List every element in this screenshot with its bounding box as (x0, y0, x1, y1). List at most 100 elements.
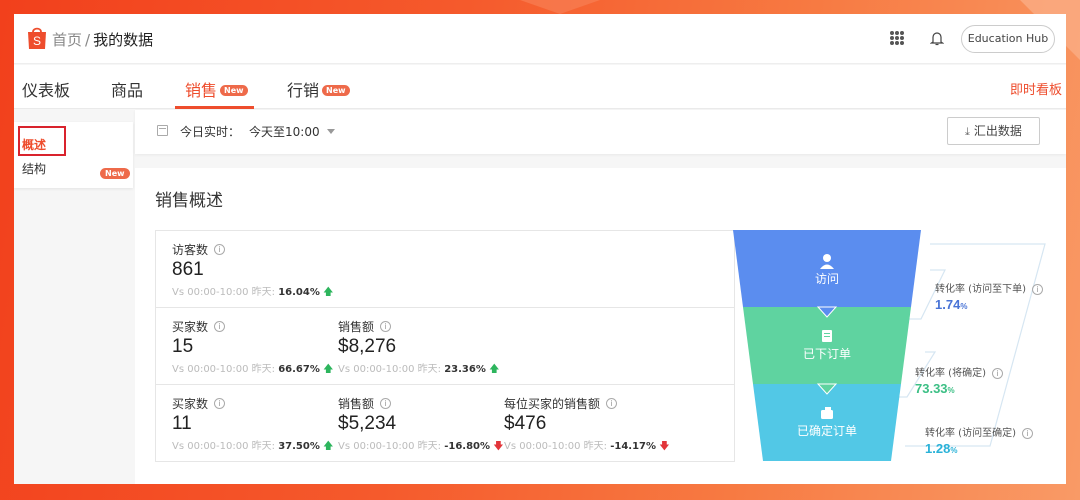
change-percent: 37.50% (278, 441, 320, 452)
active-tab-indicator (175, 106, 254, 109)
sidebar: 概述 结构 New (14, 122, 133, 188)
app-window: S 首页 / 我的数据 Education Hub 仪表板 商品 销售 New 行销 N… (14, 14, 1066, 484)
education-hub-button[interactable]: Education Hub (961, 25, 1055, 53)
metric-sales: 销售额 i $5,234 Vs 00:00-10:00 昨天: -16.80% 🡇 (338, 395, 504, 456)
metric-label: 销售额 (338, 397, 375, 411)
info-icon[interactable]: i (380, 398, 392, 409)
compare-text: Vs 00:00-10:00 昨天: (172, 287, 276, 298)
info-icon[interactable]: i (991, 368, 1003, 379)
main-tabs: 仪表板 商品 销售 New 行销 New 即时看板 (14, 65, 1066, 109)
breadcrumb-separator: / (85, 31, 91, 49)
date-range-select[interactable]: 今天至10:00 (249, 123, 320, 140)
conversion-visit-to-confirmed: 转化率 (访问至确定) i 1.28% (925, 424, 1033, 456)
new-badge: New (322, 85, 350, 96)
percent-unit: % (960, 302, 968, 311)
new-badge: New (100, 168, 130, 179)
tab-label: 行销 (287, 81, 320, 100)
tab-products[interactable]: 商品 (111, 77, 143, 101)
change-percent: 66.67% (278, 364, 320, 375)
calendar-icon (157, 125, 168, 136)
compare-text: Vs 00:00-10:00 昨天: (172, 364, 276, 375)
breadcrumb-home[interactable]: 首页 (52, 31, 82, 49)
metric-row-orders: 买家数 i 15 Vs 00:00-10:00 昨天: 66.67% 🡅 销售额 i… (156, 308, 734, 385)
funnel-stage-ordered (743, 307, 911, 384)
change-percent: 16.04% (278, 287, 320, 298)
metric-label: 每位买家的销售额 (504, 397, 601, 411)
info-icon[interactable]: i (606, 398, 618, 409)
tab-marketing[interactable]: 行销 New (287, 77, 350, 101)
metric-label: 买家数 (172, 320, 209, 334)
svg-text:S: S (33, 34, 41, 48)
change-percent: -14.17% (610, 441, 657, 452)
sales-overview-card: 销售概述 访客数 i 861 Vs 00:00-10:00 昨天: 16.04% … (135, 168, 1066, 484)
sidebar-item-structure[interactable]: 结构 (22, 160, 46, 177)
compare-text: Vs 00:00-10:00 昨天: (338, 441, 442, 452)
filter-label: 今日实时： (180, 125, 241, 139)
chevron-down-icon[interactable] (327, 129, 335, 134)
metrics-table: 访客数 i 861 Vs 00:00-10:00 昨天: 16.04% 🡅 买家数… (155, 230, 735, 462)
info-icon[interactable]: i (214, 244, 226, 255)
funnel-stage-label: 已确定订单 (797, 423, 857, 438)
tab-label: 商品 (111, 81, 144, 100)
sidebar-item-overview[interactable]: 概述 (22, 136, 46, 153)
tab-label: 销售 (185, 81, 218, 100)
metric-sales: 销售额 i $8,276 Vs 00:00-10:00 昨天: 23.36% 🡅 (338, 318, 499, 379)
conversion-label: 转化率 (将确定) (915, 368, 986, 379)
percent-unit: % (947, 386, 955, 395)
breadcrumb-current: 我的数据 (93, 31, 154, 49)
metric-value: 861 (172, 259, 204, 280)
export-data-button[interactable]: ⤓ 汇出数据 (947, 117, 1040, 145)
arrow-up-icon: 🡅 (323, 441, 334, 452)
conversion-value: 1.28 (925, 441, 951, 456)
conversion-label: 转化率 (访问至下单) (935, 284, 1026, 295)
arrow-up-icon: 🡅 (323, 364, 334, 375)
metric-buyers: 买家数 i 15 Vs 00:00-10:00 昨天: 66.67% 🡅 (172, 318, 333, 379)
funnel-stage-confirmed (753, 384, 901, 461)
percent-unit: % (950, 446, 958, 455)
change-percent: 23.36% (444, 364, 486, 375)
tab-dashboard[interactable]: 仪表板 (22, 77, 70, 101)
tab-sales[interactable]: 销售 New (185, 77, 248, 101)
metric-row-visitors: 访客数 i 861 Vs 00:00-10:00 昨天: 16.04% 🡅 (156, 231, 734, 308)
metric-value: $476 (504, 413, 547, 434)
connector-line (905, 243, 1046, 447)
shopee-logo-icon[interactable]: S (26, 26, 48, 50)
funnel-connectors (895, 243, 1046, 447)
metric-buyers: 买家数 i 11 Vs 00:00-10:00 昨天: 37.50% 🡅 (172, 395, 333, 456)
metric-visitors: 访客数 i 861 Vs 00:00-10:00 昨天: 16.04% 🡅 (172, 241, 333, 302)
conversion-value: 1.74 (935, 297, 961, 312)
compare-text: Vs 00:00-10:00 昨天: (338, 364, 442, 375)
background-decoration (520, 0, 600, 14)
conversion-visit-to-order: 转化率 (访问至下单) i 1.74% (935, 280, 1043, 312)
compare-text: Vs 00:00-10:00 昨天: (504, 441, 608, 452)
metric-label: 销售额 (338, 320, 375, 334)
funnel-stage-label: 访问 (815, 272, 839, 286)
change-percent: -16.80% (444, 441, 491, 452)
metric-value: 11 (172, 413, 192, 434)
info-icon[interactable]: i (380, 321, 392, 332)
info-icon[interactable]: i (214, 321, 226, 332)
compare-text: Vs 00:00-10:00 昨天: (172, 441, 276, 452)
conversion-label: 转化率 (访问至确定) (925, 428, 1016, 439)
breadcrumb: 首页 / 我的数据 (52, 29, 153, 50)
conversion-value: 73.33 (915, 381, 948, 396)
top-bar: S 首页 / 我的数据 Education Hub (14, 14, 1066, 64)
info-icon[interactable]: i (1021, 428, 1033, 439)
live-board-link[interactable]: 即时看板 (1010, 79, 1062, 98)
metric-value: $5,234 (338, 413, 397, 434)
bell-icon[interactable] (930, 30, 944, 46)
arrow-up-icon: 🡅 (489, 364, 500, 375)
new-badge: New (220, 85, 248, 96)
tab-label: 仪表板 (22, 81, 71, 100)
info-icon[interactable]: i (214, 398, 226, 409)
metric-label: 访客数 (172, 243, 209, 257)
export-label: 汇出数据 (973, 124, 1022, 138)
filter-bar: 今日实时： 今天至10:00 ⤓ 汇出数据 (135, 110, 1066, 154)
funnel-stage-label: 已下订单 (803, 347, 851, 361)
metric-sales-per-buyer: 每位买家的销售额 i $476 Vs 00:00-10:00 昨天: -14.17… (504, 395, 670, 456)
info-icon[interactable]: i (1031, 284, 1043, 295)
metric-row-confirmed: 买家数 i 11 Vs 00:00-10:00 昨天: 37.50% 🡅 销售额 i… (156, 385, 734, 462)
download-icon: ⤓ (965, 125, 970, 138)
document-icon (822, 330, 832, 342)
apps-grid-icon[interactable] (890, 31, 904, 45)
